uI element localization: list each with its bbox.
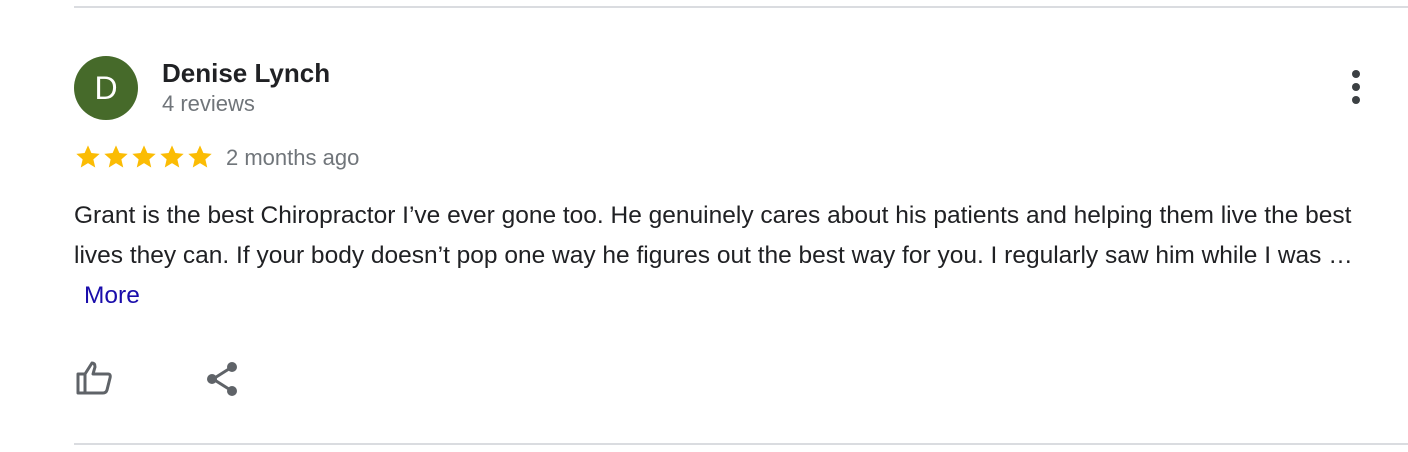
reviewer-name[interactable]: Denise Lynch	[162, 58, 330, 89]
star-icon	[76, 145, 100, 168]
share-icon	[207, 362, 237, 396]
share-button[interactable]	[200, 356, 244, 400]
thumb-up-icon	[76, 361, 112, 395]
more-link[interactable]: More	[84, 282, 140, 309]
star-icon	[160, 145, 184, 168]
avatar-initial: D	[94, 70, 118, 106]
avatar[interactable]: D	[74, 56, 138, 120]
review-body: Grant is the best Chiropractor I’ve ever…	[74, 202, 1353, 269]
review-text: Grant is the best Chiropractor I’ve ever…	[74, 196, 1394, 316]
like-button[interactable]	[72, 356, 116, 400]
bottom-divider	[74, 443, 1408, 445]
reviewer-review-count[interactable]: 4 reviews	[162, 91, 255, 117]
star-icon	[104, 145, 128, 168]
more-options-button[interactable]	[1340, 66, 1372, 108]
star-rating	[74, 143, 214, 171]
star-icon	[132, 145, 156, 168]
more-vert-icon	[1352, 70, 1360, 104]
top-divider	[74, 6, 1408, 8]
review-date: 2 months ago	[226, 145, 360, 170]
star-icon	[188, 145, 212, 168]
